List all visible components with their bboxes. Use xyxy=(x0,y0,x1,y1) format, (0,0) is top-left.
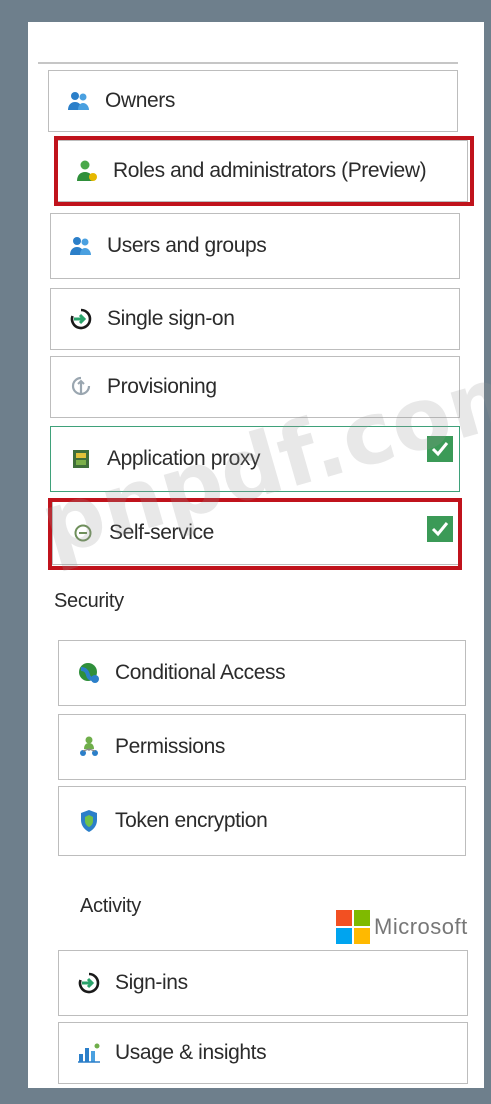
microsoft-logo: Microsoft xyxy=(336,910,468,944)
menu-item-label: Conditional Access xyxy=(115,661,286,684)
menu-item-owners[interactable]: Owners xyxy=(48,70,458,132)
role-user-icon xyxy=(75,159,99,183)
menu-item-label: Application proxy xyxy=(107,447,261,470)
menu-item-label: Roles and administrators (Preview) xyxy=(113,159,427,182)
application-proxy-icon xyxy=(69,447,93,471)
provisioning-icon xyxy=(69,375,93,399)
menu-item-self-service[interactable]: Self-service xyxy=(52,501,460,565)
menu-item-label: Sign-ins xyxy=(115,971,188,994)
section-heading-security: Security xyxy=(54,590,124,612)
section-heading-activity: Activity xyxy=(80,895,141,917)
shield-icon xyxy=(77,809,101,833)
menu-item-label: Owners xyxy=(105,89,175,112)
users-icon xyxy=(67,89,91,113)
menu-item-label: Permissions xyxy=(115,735,225,758)
menu-item-label: Usage & insights xyxy=(115,1041,267,1064)
menu-item-conditional-access[interactable]: Conditional Access xyxy=(58,640,466,706)
menu-item-single-sign-on[interactable]: Single sign-on xyxy=(50,288,460,350)
conditional-access-icon xyxy=(77,661,101,685)
menu-item-label: Self-service xyxy=(109,521,214,544)
menu-item-application-proxy[interactable]: Application proxy xyxy=(50,426,460,492)
menu-item-usage-insights[interactable]: Usage & insights xyxy=(58,1022,468,1084)
self-service-icon xyxy=(71,521,95,545)
microsoft-logo-text: Microsoft xyxy=(374,914,468,939)
users-icon xyxy=(69,234,93,258)
menu-item-label: Token encryption xyxy=(115,809,268,832)
check-icon xyxy=(427,516,453,542)
microsoft-logo-icon xyxy=(336,910,370,944)
usage-chart-icon xyxy=(77,1041,101,1065)
menu-item-label: Provisioning xyxy=(107,375,217,398)
menu-item-provisioning[interactable]: Provisioning xyxy=(50,356,460,418)
menu-item-roles-administrators[interactable]: Roles and administrators (Preview) xyxy=(56,140,468,202)
menu-item-permissions[interactable]: Permissions xyxy=(58,714,466,780)
menu-item-label: Single sign-on xyxy=(107,307,235,330)
sign-in-arrow-icon xyxy=(77,971,101,995)
menu-item-label: Users and groups xyxy=(107,234,267,257)
menu-item-users-groups[interactable]: Users and groups xyxy=(50,213,460,279)
check-icon xyxy=(427,436,453,462)
menu-item-sign-ins[interactable]: Sign-ins xyxy=(58,950,468,1016)
permissions-icon xyxy=(77,735,101,759)
sign-on-arrow-icon xyxy=(69,307,93,331)
menu-item-token-encryption[interactable]: Token encryption xyxy=(58,786,466,856)
divider xyxy=(38,62,458,64)
